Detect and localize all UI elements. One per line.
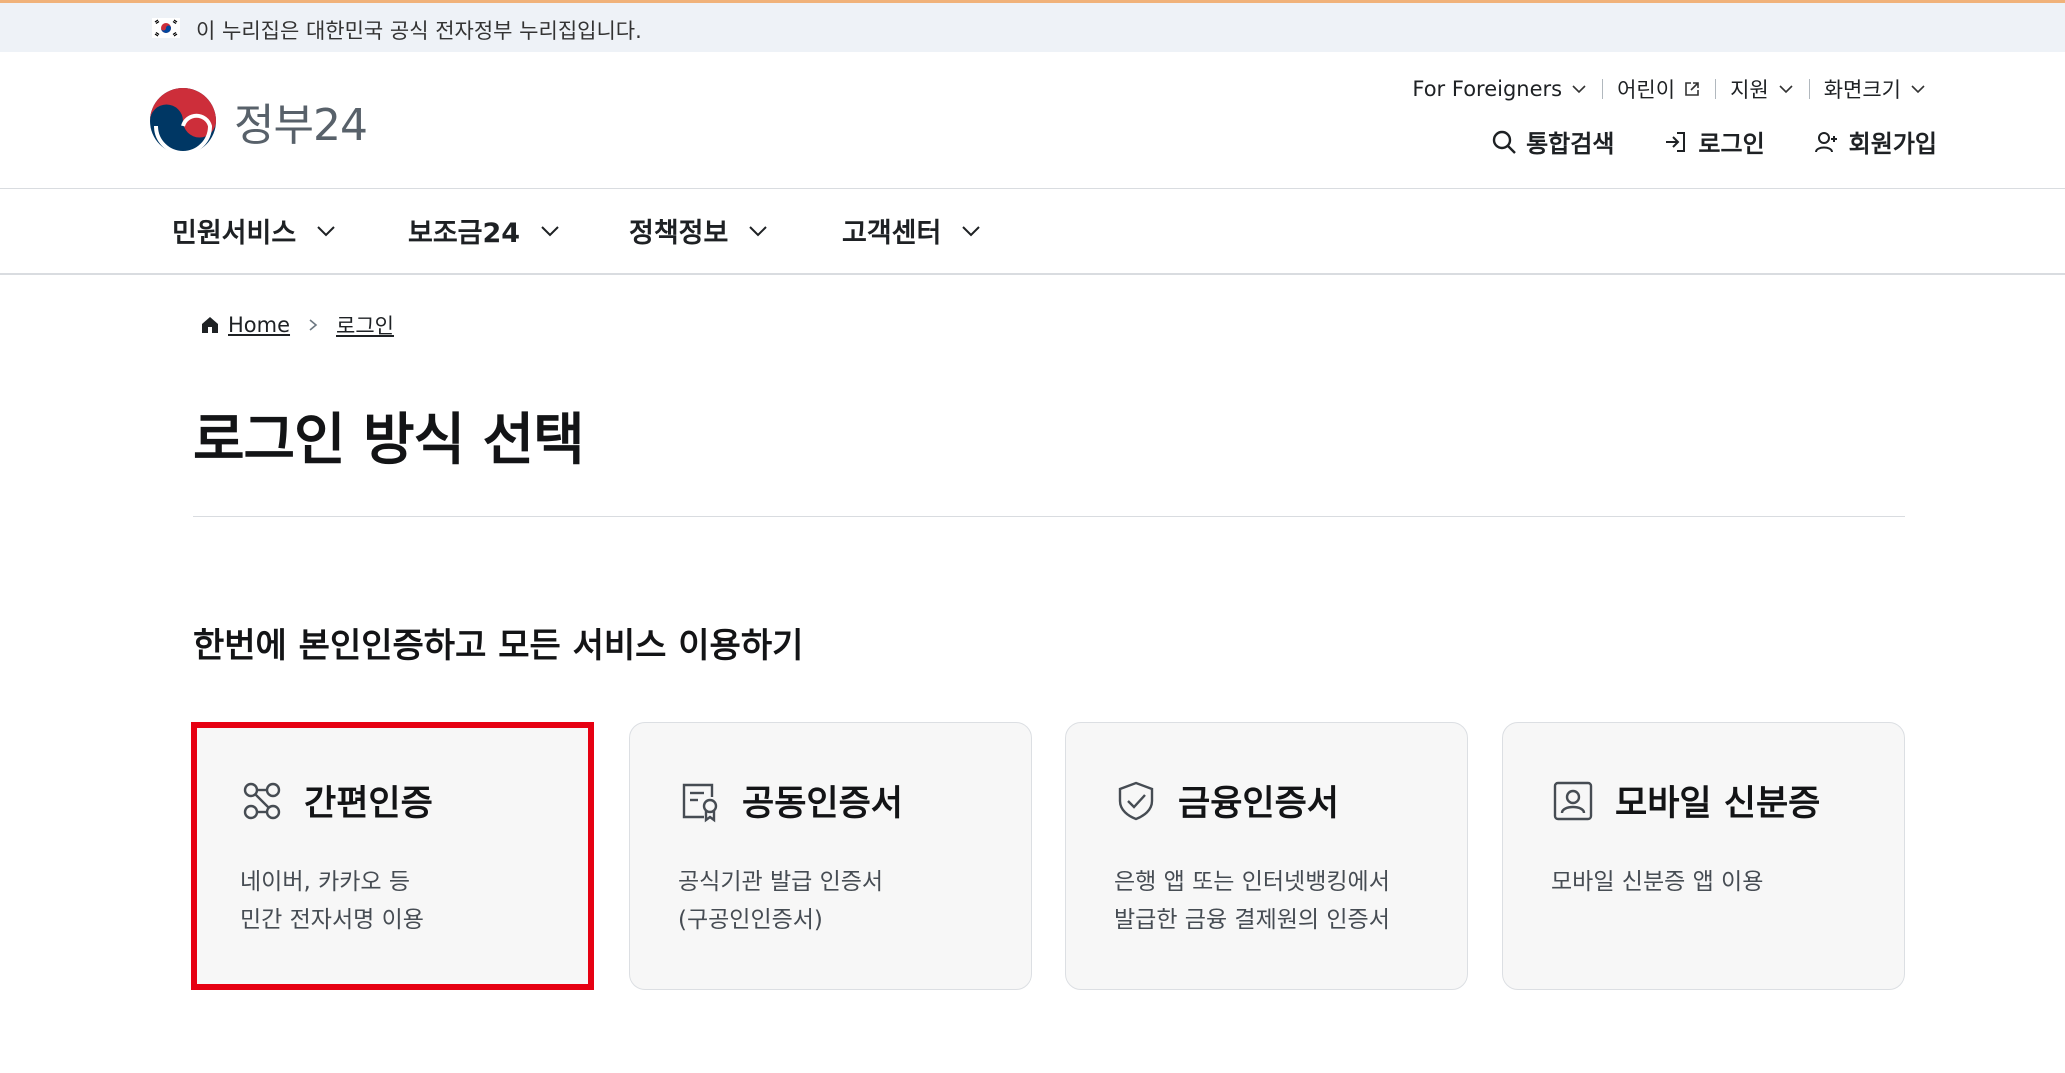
section-title: 한번에 본인인증하고 모든 서비스 이용하기 (193, 626, 804, 666)
user-add-icon (1814, 131, 1837, 152)
util-label: For Foreigners (1412, 77, 1563, 101)
login-icon (1666, 131, 1686, 152)
login-card-mobile-id[interactable]: 모바일 신분증 모바일 신분증 앱 이용 (1502, 722, 1905, 990)
card-title: 금융인증서 (1178, 784, 1340, 824)
card-desc-line: (구공인인증서) (678, 907, 823, 933)
nav-subsidy24[interactable]: 보조금24 (408, 211, 562, 250)
search-label: 통합검색 (1526, 130, 1615, 158)
main-navigation: 민원서비스 보조금24 정책정보 고객센터 (0, 189, 2065, 275)
chevron-down-icon (317, 225, 335, 236)
breadcrumb-home[interactable]: Home (200, 313, 290, 337)
signup-label: 회원가입 (1848, 130, 1937, 158)
nav-label: 정책정보 (629, 218, 729, 249)
chevron-right-icon (309, 319, 318, 331)
login-label: 로그인 (1698, 130, 1765, 158)
site-header: 정부24 For Foreigners 어린이 지원 화면크기 통합검색 로그인… (0, 52, 2065, 189)
chevron-down-icon (962, 225, 981, 236)
card-desc-line: 공식기관 발급 인증서 (678, 869, 884, 895)
card-desc-line: 네이버, 카카오 등 (240, 869, 411, 895)
nav-label: 민원서비스 (172, 218, 297, 249)
korea-flag-icon (152, 18, 180, 38)
home-icon (202, 317, 218, 333)
utility-nav: For Foreigners 어린이 지원 화면크기 (1398, 74, 1941, 104)
nav-civil-service[interactable]: 민원서비스 (172, 211, 338, 250)
card-desc-line: 민간 전자서명 이용 (240, 907, 424, 933)
signup-button[interactable]: 회원가입 (1813, 124, 1937, 159)
login-button[interactable]: 로그인 (1662, 124, 1765, 159)
site-logo[interactable]: 정부24 (148, 86, 368, 156)
login-card-simple-auth[interactable]: 간편인증 네이버, 카카오 등 민간 전자서명 이용 (191, 722, 594, 990)
breadcrumb: Home 로그인 (200, 310, 394, 340)
card-description: 공식기관 발급 인증서 (구공인인증서) (678, 863, 883, 939)
login-card-financial-certificate[interactable]: 금융인증서 은행 앱 또는 인터넷뱅킹에서 발급한 금융 결제원의 인증서 (1065, 722, 1468, 990)
card-head: 금융인증서 (1114, 775, 1339, 826)
card-desc-line: 은행 앱 또는 인터넷뱅킹에서 (1114, 869, 1390, 895)
util-screen-size[interactable]: 화면크기 (1810, 74, 1941, 104)
util-support[interactable]: 지원 (1716, 74, 1809, 104)
nav-policy-info[interactable]: 정책정보 (629, 211, 770, 250)
card-title: 간편인증 (304, 784, 433, 824)
banner-text: 이 누리집은 대한민국 공식 전자정부 누리집입니다. (196, 19, 642, 43)
card-title: 모바일 신분증 (1615, 784, 1821, 824)
login-card-joint-certificate[interactable]: 공동인증서 공식기관 발급 인증서 (구공인인증서) (629, 722, 1032, 990)
chevron-down-icon (1911, 85, 1925, 94)
logo-text: 정부24 (234, 100, 368, 151)
external-link-icon (1685, 82, 1699, 96)
id-card-icon (1553, 781, 1593, 820)
card-head: 모바일 신분증 (1551, 775, 1820, 826)
chevron-down-icon (1572, 85, 1586, 94)
official-site-banner: 이 누리집은 대한민국 공식 전자정부 누리집입니다. (0, 0, 2065, 52)
title-divider (193, 516, 1905, 517)
chevron-down-icon (1779, 85, 1793, 94)
nav-label: 고객센터 (842, 218, 942, 249)
nav-label: 보조금24 (408, 218, 521, 249)
shield-check-icon (1118, 781, 1154, 820)
card-description: 모바일 신분증 앱 이용 (1551, 863, 1763, 901)
nav-customer-center[interactable]: 고객센터 (842, 211, 983, 250)
card-desc-line: 모바일 신분증 앱 이용 (1551, 869, 1764, 895)
card-head: 간편인증 (240, 775, 433, 826)
util-kids[interactable]: 어린이 (1603, 74, 1715, 104)
card-title: 공동인증서 (742, 784, 904, 824)
card-head: 공동인증서 (678, 775, 903, 826)
page-title: 로그인 방식 선택 (193, 408, 585, 473)
util-label: 어린이 (1617, 78, 1676, 102)
header-actions: 통합검색 로그인 회원가입 (1490, 124, 1937, 159)
link-nodes-icon (243, 782, 281, 819)
government-emblem-icon (150, 88, 216, 155)
certificate-icon (682, 783, 718, 822)
chevron-down-icon (749, 225, 768, 236)
util-label: 화면크기 (1823, 78, 1901, 102)
integrated-search-button[interactable]: 통합검색 (1490, 124, 1614, 159)
card-description: 은행 앱 또는 인터넷뱅킹에서 발급한 금융 결제원의 인증서 (1114, 863, 1390, 939)
util-for-foreigners[interactable]: For Foreigners (1398, 77, 1602, 101)
breadcrumb-home-label: Home (228, 313, 291, 337)
card-description: 네이버, 카카오 등 민간 전자서명 이용 (240, 863, 424, 939)
card-desc-line: 발급한 금융 결제원의 인증서 (1114, 907, 1390, 933)
search-icon (1492, 130, 1516, 154)
util-label: 지원 (1730, 78, 1769, 102)
chevron-down-icon (541, 225, 559, 236)
breadcrumb-current[interactable]: 로그인 (336, 310, 394, 340)
